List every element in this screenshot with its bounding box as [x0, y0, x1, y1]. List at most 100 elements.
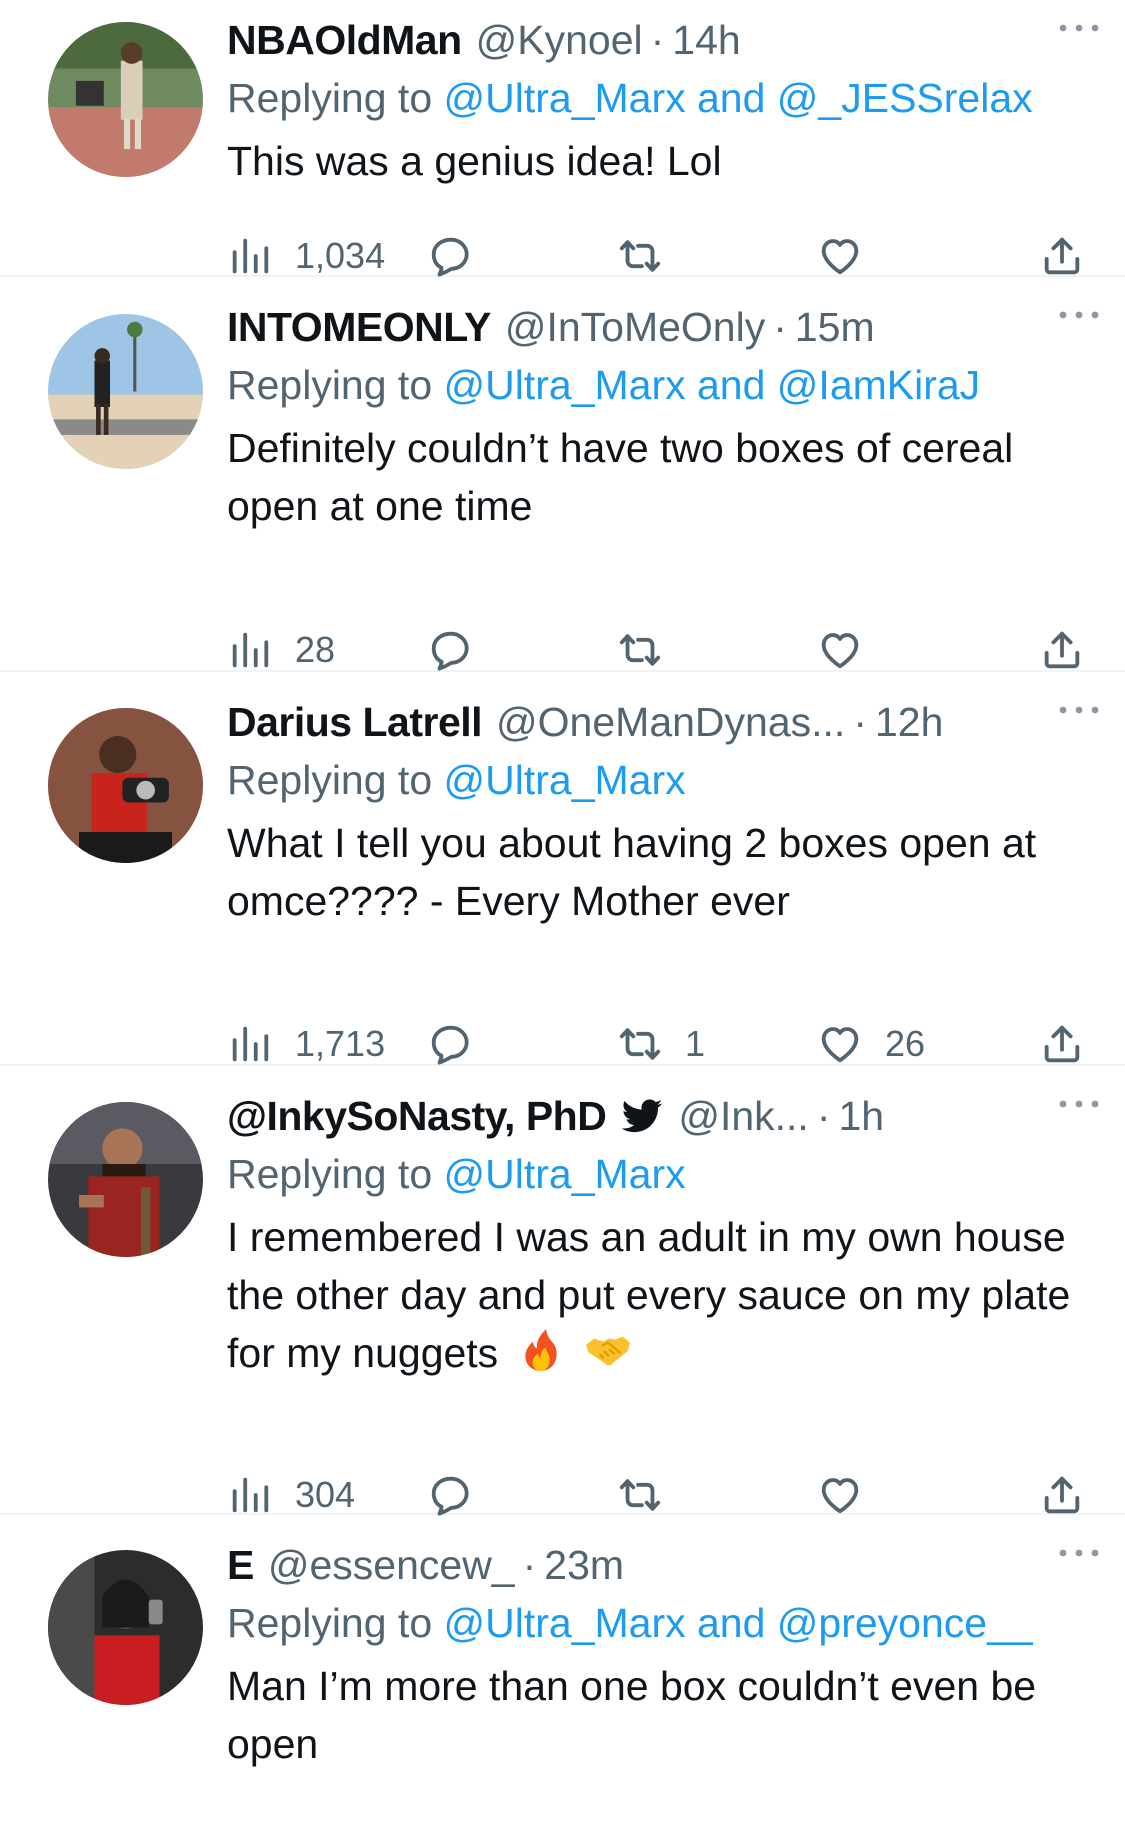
like-button[interactable]: 26: [817, 1016, 925, 1072]
separator-dot: ·: [773, 303, 787, 350]
more-dots-icon[interactable]: [1055, 16, 1103, 40]
user-handle[interactable]: @OneManDynas...: [496, 699, 845, 746]
display-name[interactable]: INTOMEONLY: [227, 304, 491, 351]
views-count: 1,713: [295, 1023, 386, 1064]
views-count: 28: [295, 629, 336, 670]
views-button[interactable]: 1,034: [227, 228, 385, 284]
heart-icon: [817, 627, 863, 673]
replying-mentions[interactable]: @Ultra_Marx and @_JESSrelax: [444, 75, 1033, 121]
handshake-emoji: [586, 1336, 630, 1366]
fire-emoji: [524, 1329, 557, 1371]
replying-mentions[interactable]: @Ultra_Marx: [444, 757, 686, 803]
separator-dot: ·: [853, 698, 867, 745]
avatar[interactable]: [48, 22, 203, 177]
user-handle[interactable]: @InToMeOnly: [505, 304, 765, 351]
replying-mentions[interactable]: @Ultra_Marx and @preyonce__: [444, 1600, 1033, 1646]
replying-prefix: Replying to: [227, 75, 444, 121]
views-button[interactable]: 1,713: [227, 1016, 385, 1072]
more-dots-icon[interactable]: [1055, 1541, 1103, 1565]
retweet-icon: [617, 1021, 663, 1067]
user-handle[interactable]: @Ink...: [678, 1093, 809, 1140]
more-dots-icon[interactable]: [1055, 1092, 1103, 1116]
tweet[interactable]: E @essencew_ · 23m Replying to @Ultra_Ma…: [0, 1515, 1125, 1843]
views-bar-chart-icon: [227, 1021, 273, 1067]
action-bar: 1,713 1 26: [227, 1016, 1085, 1072]
replying-to: Replying to @Ultra_Marx and @preyonce__: [227, 1593, 1085, 1653]
tweet-header: Darius Latrell @OneManDynas... · 12h: [227, 694, 1085, 750]
share-upload-icon: [1039, 1021, 1085, 1067]
share-upload-icon: [1039, 233, 1085, 279]
share-upload-icon: [1039, 1472, 1085, 1518]
more-dots-icon[interactable]: [1055, 698, 1103, 722]
avatar-image: [48, 1102, 203, 1257]
display-name[interactable]: NBAOldMan: [227, 17, 462, 64]
reply-button[interactable]: [427, 228, 473, 284]
replying-prefix: Replying to: [227, 757, 444, 803]
heart-icon: [817, 1472, 863, 1518]
tweet-text: I remembered I was an adult in my own ho…: [227, 1214, 1071, 1376]
reply-button[interactable]: [427, 622, 473, 678]
replying-mentions[interactable]: @Ultra_Marx: [444, 1151, 686, 1197]
views-button[interactable]: 28: [227, 622, 335, 678]
user-handle[interactable]: @Kynoel: [476, 17, 643, 64]
replying-prefix: Replying to: [227, 1151, 444, 1197]
share-upload-icon: [1039, 627, 1085, 673]
like-button[interactable]: [817, 228, 863, 284]
timestamp[interactable]: 1h: [838, 1093, 884, 1140]
views-bar-chart-icon: [227, 1472, 273, 1518]
heart-icon: [817, 1021, 863, 1067]
tweet-text: What I tell you about having 2 boxes ope…: [227, 820, 1037, 924]
replying-to: Replying to @Ultra_Marx: [227, 1144, 1085, 1204]
reply-bubble-icon: [427, 1021, 473, 1067]
more-dots-icon[interactable]: [1055, 303, 1103, 327]
action-bar: 1,034: [227, 228, 1085, 284]
avatar-image: [48, 708, 203, 863]
avatar[interactable]: [48, 1550, 203, 1705]
heart-icon: [817, 233, 863, 279]
like-count: 26: [885, 1023, 926, 1064]
tweet-header: NBAOldMan @Kynoel · 14h: [227, 12, 1085, 68]
share-button[interactable]: [1039, 1016, 1085, 1072]
reply-bubble-icon: [427, 233, 473, 279]
display-name[interactable]: E: [227, 1542, 254, 1589]
tweet[interactable]: Darius Latrell @OneManDynas... · 12h Rep…: [0, 672, 1125, 1066]
avatar[interactable]: [48, 708, 203, 863]
timestamp[interactable]: 23m: [544, 1542, 624, 1589]
tweet[interactable]: @InkySoNasty, PhD @Ink... · 1h Replying …: [0, 1066, 1125, 1515]
reply-button[interactable]: [427, 1016, 473, 1072]
timestamp[interactable]: 14h: [672, 17, 740, 64]
tweet-header: E @essencew_ · 23m: [227, 1537, 1085, 1593]
replying-mentions[interactable]: @Ultra_Marx and @IamKiraJ: [444, 362, 981, 408]
retweet-button[interactable]: 1: [617, 1016, 705, 1072]
tweet-text: This was a genius idea! Lol: [227, 138, 722, 184]
display-name[interactable]: @InkySoNasty, PhD: [227, 1093, 607, 1140]
retweet-button[interactable]: [617, 622, 663, 678]
display-name[interactable]: Darius Latrell: [227, 699, 483, 746]
like-button[interactable]: [817, 622, 863, 678]
views-bar-chart-icon: [227, 627, 273, 673]
share-button[interactable]: [1039, 622, 1085, 678]
views-bar-chart-icon: [227, 233, 273, 279]
share-button[interactable]: [1039, 228, 1085, 284]
reply-bubble-icon: [427, 627, 473, 673]
avatar[interactable]: [48, 1102, 203, 1257]
avatar[interactable]: [48, 314, 203, 469]
tweet[interactable]: NBAOldMan @Kynoel · 14h Replying to @Ult…: [0, 0, 1125, 277]
tweet[interactable]: INTOMEONLY @InToMeOnly · 15m Replying to…: [0, 277, 1125, 672]
reply-bubble-icon: [427, 1472, 473, 1518]
tweet-text: Definitely couldn’t have two boxes of ce…: [227, 425, 1014, 529]
timestamp[interactable]: 15m: [795, 304, 875, 351]
user-handle[interactable]: @essencew_: [268, 1542, 515, 1589]
separator-dot: ·: [816, 1092, 831, 1139]
retweet-icon: [617, 627, 663, 673]
retweet-button[interactable]: [617, 228, 663, 284]
retweet-icon: [617, 233, 663, 279]
timestamp[interactable]: 12h: [875, 699, 943, 746]
tweet-text-wrapper: I remembered I was an adult in my own ho…: [227, 1208, 1085, 1382]
replying-to: Replying to @Ultra_Marx: [227, 750, 1085, 810]
twitter-bird-badge-icon: [622, 1099, 663, 1133]
tweet-header: INTOMEONLY @InToMeOnly · 15m: [227, 299, 1085, 355]
separator-dot: ·: [522, 1541, 537, 1588]
views-count: 304: [295, 1474, 356, 1515]
avatar-image: [48, 22, 203, 177]
